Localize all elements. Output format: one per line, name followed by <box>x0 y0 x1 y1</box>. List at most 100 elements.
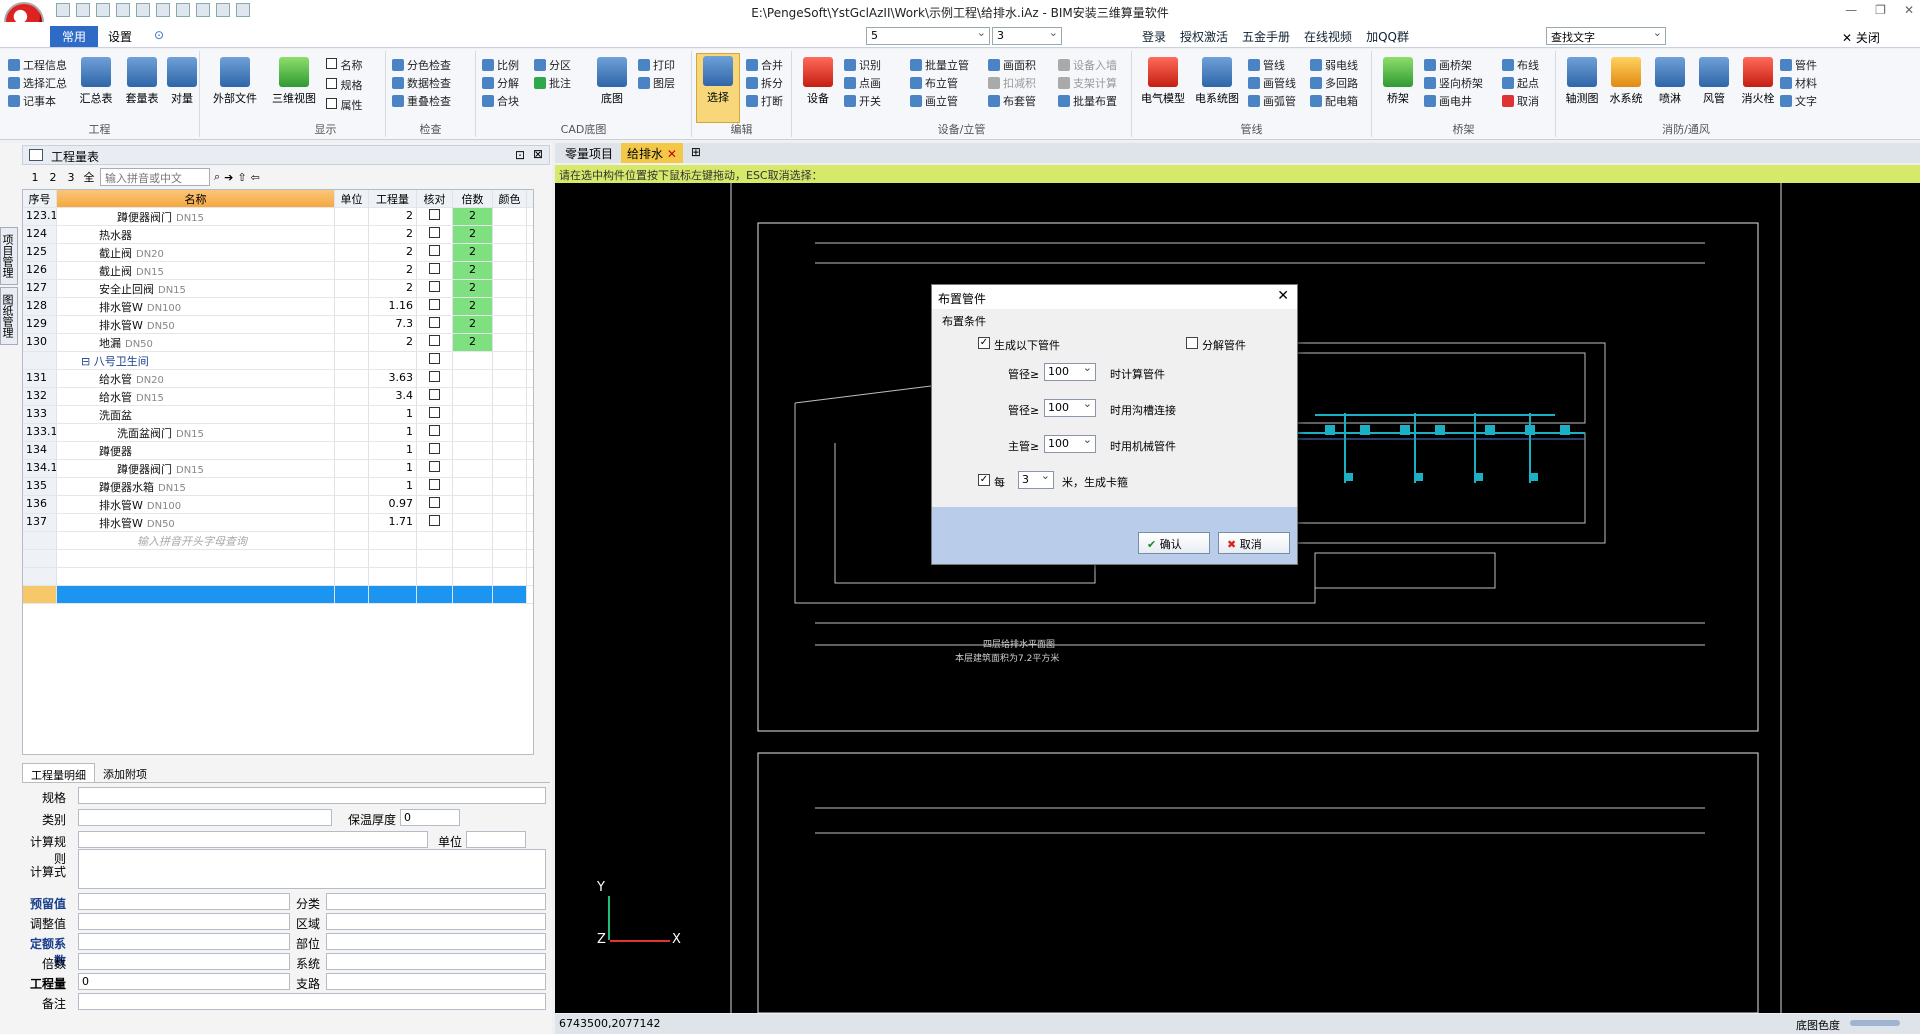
bracket-calc-button[interactable]: 支架计算 <box>1058 75 1117 91</box>
merge-button[interactable]: 合并 <box>746 57 783 73</box>
row1-diameter-select[interactable]: 100 <box>1044 361 1096 381</box>
table-row[interactable]: ⊟ 八号卫生间 <box>23 352 533 370</box>
break-button[interactable]: 打断 <box>746 93 783 109</box>
sprinkler-button[interactable]: 喷淋 <box>1648 55 1692 106</box>
color-check-button[interactable]: 分色检查 <box>392 57 451 73</box>
material-button[interactable]: 材料 <box>1780 75 1817 91</box>
col-no[interactable]: 序号 <box>23 190 57 207</box>
place-riser-button[interactable]: 布立管 <box>910 75 958 91</box>
pin-icon[interactable]: ⊡ <box>515 148 525 162</box>
table-row[interactable]: 123.1 蹲便器阀门 DN15 2 2 <box>23 208 533 226</box>
arrow-up-icon[interactable]: ⇧ <box>237 171 246 184</box>
table-row[interactable]: 134 蹲便器 1 <box>23 442 533 460</box>
table-row[interactable]: 124 热水器 2 2 <box>23 226 533 244</box>
level-1-button[interactable]: 1 <box>28 171 42 184</box>
quota-coef-field[interactable] <box>78 933 290 950</box>
layer-combo-left[interactable]: 5 <box>866 26 990 45</box>
formula-field[interactable] <box>78 849 546 889</box>
level-all-button[interactable]: 全 <box>82 169 96 185</box>
zone-button[interactable]: 分区 <box>534 57 571 73</box>
row-check-checkbox[interactable] <box>429 407 440 418</box>
reserve-field[interactable] <box>78 893 290 910</box>
row-check-checkbox[interactable] <box>429 389 440 400</box>
hardware-manual-button[interactable]: 五金手册 <box>1242 28 1290 45</box>
minimize-icon[interactable]: — <box>1845 3 1857 17</box>
pipeline-button[interactable]: 管线 <box>1248 57 1285 73</box>
project-info-button[interactable]: 工程信息 <box>8 57 67 73</box>
compare-button[interactable]: 对量 <box>160 55 204 106</box>
panel-close-icon[interactable]: ⊠ <box>533 147 543 161</box>
row-check-checkbox[interactable] <box>429 371 440 382</box>
electric-system-button[interactable]: 电系统图 <box>1192 55 1242 106</box>
duct-button[interactable]: 风管 <box>1692 55 1736 106</box>
show-spec-toggle[interactable]: 规格 <box>326 77 363 93</box>
tab-project-manage[interactable]: 项目管理 <box>0 227 18 285</box>
axonometric-button[interactable]: 轴测图 <box>1560 55 1604 106</box>
cancel-wiring-button[interactable]: 取消 <box>1502 93 1539 109</box>
distribution-box-button[interactable]: 配电箱 <box>1310 93 1358 109</box>
split-fittings-checkbox[interactable] <box>1186 337 1198 349</box>
new-tab-icon[interactable]: ⊞ <box>685 143 707 163</box>
table-row[interactable]: 133 洗面盆 1 <box>23 406 533 424</box>
col-qty[interactable]: 工程量 <box>369 190 417 207</box>
table-row[interactable]: 132 给水管 DN15 3.4 <box>23 388 533 406</box>
tab-close-icon[interactable]: ✕ <box>667 147 677 161</box>
draw-riser-button[interactable]: 画立管 <box>910 93 958 109</box>
search-icon[interactable]: ⌕ <box>214 170 220 184</box>
tab-quantity-detail[interactable]: 工程量明细 <box>22 763 95 782</box>
arrow-right-icon[interactable]: ➔ <box>224 171 233 184</box>
table-row[interactable]: 127 安全止回阀 DN15 2 2 <box>23 280 533 298</box>
table-row[interactable]: 133.1 洗面盆阀门 DN15 1 <box>23 424 533 442</box>
branch-field[interactable] <box>326 973 546 990</box>
select-button[interactable]: 选择 <box>696 53 740 123</box>
arrow-left-icon[interactable]: ⇦ <box>251 171 260 184</box>
fitting-button[interactable]: 管件 <box>1780 57 1817 73</box>
row-check-checkbox[interactable] <box>429 479 440 490</box>
place-sleeve-button[interactable]: 布套管 <box>988 93 1036 109</box>
draw-shaft-button[interactable]: 画电井 <box>1424 93 1472 109</box>
table-row[interactable]: 128 排水管W DN100 1.16 2 <box>23 298 533 316</box>
show-name-checkbox[interactable] <box>326 58 337 69</box>
tab-add-item[interactable]: 添加附项 <box>95 763 155 782</box>
table-row[interactable]: 130 地漏 DN50 2 2 <box>23 334 533 352</box>
online-video-button[interactable]: 在线视频 <box>1304 28 1352 45</box>
login-button[interactable]: 登录 <box>1142 28 1166 45</box>
table-row[interactable]: 129 排水管W DN50 7.3 2 <box>23 316 533 334</box>
col-name[interactable]: 名称 <box>57 190 335 207</box>
row-check-checkbox[interactable] <box>429 497 440 508</box>
table-row[interactable]: 126 截止阀 DN15 2 2 <box>23 262 533 280</box>
clamp-checkbox[interactable]: ✓ <box>978 474 990 486</box>
show-name-toggle[interactable]: 名称 <box>326 57 363 73</box>
quota-table-button[interactable]: 套量表 <box>120 55 164 106</box>
summary-table-button[interactable]: 汇总表 <box>74 55 118 106</box>
row-check-checkbox[interactable] <box>429 443 440 454</box>
show-spec-checkbox[interactable] <box>326 78 337 89</box>
recognize-button[interactable]: 识别 <box>844 57 881 73</box>
scale-button[interactable]: 比例 <box>482 57 519 73</box>
level-3-button[interactable]: 3 <box>64 171 78 184</box>
equipment-button[interactable]: 设备 <box>796 55 840 106</box>
3d-view-button[interactable]: 三维视图 <box>270 55 318 106</box>
hydrant-button[interactable]: 消火栓 <box>1736 55 1780 106</box>
row-check-checkbox[interactable] <box>429 263 440 274</box>
electric-model-button[interactable]: 电气模型 <box>1138 55 1188 106</box>
layer-combo-right[interactable]: 3 <box>992 26 1062 45</box>
notepad-button[interactable]: 记事本 <box>8 93 56 109</box>
collapse-icon[interactable]: ⊟ <box>81 355 94 368</box>
point-draw-button[interactable]: 点画 <box>844 75 881 91</box>
spec-field[interactable] <box>78 787 546 804</box>
qq-group-button[interactable]: 加QQ群 <box>1366 28 1409 45</box>
base-map-button[interactable]: 底图 <box>590 55 634 106</box>
batch-place-button[interactable]: 批量布置 <box>1058 93 1117 109</box>
tab-zero-items[interactable]: 零量项目 <box>559 143 619 163</box>
col-mult[interactable]: 倍数 <box>453 190 493 207</box>
confirm-button[interactable]: ✔ 确认 <box>1138 532 1210 554</box>
category-field[interactable] <box>78 809 332 826</box>
calc-rule-field[interactable] <box>78 831 428 848</box>
clamp-interval-select[interactable]: 3 <box>1018 469 1054 489</box>
draw-arc-pipe-button[interactable]: 画弧管 <box>1248 93 1296 109</box>
weak-current-button[interactable]: 弱电线 <box>1310 57 1358 73</box>
row2-diameter-select[interactable]: 100 <box>1044 397 1096 417</box>
water-system-button[interactable]: 水系统 <box>1604 55 1648 106</box>
system-field[interactable] <box>326 953 546 970</box>
